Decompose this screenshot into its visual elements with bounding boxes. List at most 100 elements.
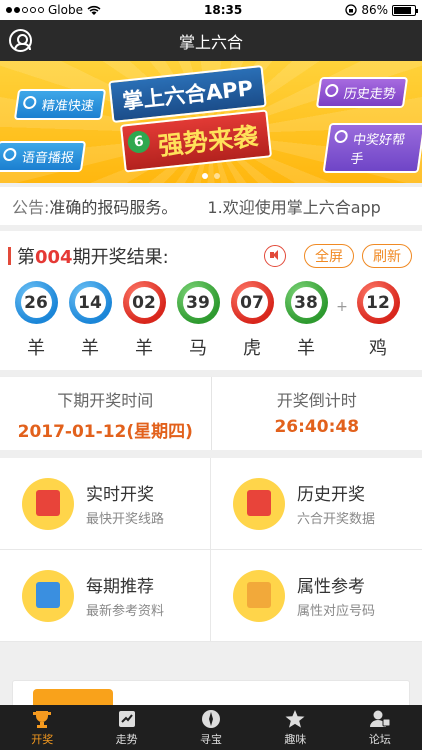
banner-headline: 掌上六合APP 6 强势来袭 bbox=[108, 65, 310, 173]
lottery-ball: 07 bbox=[230, 281, 274, 324]
countdown-value: 26:40:48 bbox=[274, 417, 360, 437]
target-icon bbox=[22, 96, 38, 109]
feature-attributes[interactable]: 属性参考 属性对应号码 bbox=[211, 550, 422, 642]
feature-text: 每期推荐 最新参考资料 bbox=[86, 572, 164, 619]
page-title: 掌上六合 bbox=[178, 32, 243, 52]
banner-headline-line2-text: 强势来袭 bbox=[156, 121, 260, 161]
feature-recommend[interactable]: 每期推荐 最新参考资料 bbox=[0, 550, 211, 642]
nav-bar: 掌上六合 bbox=[0, 20, 422, 61]
ball-number: 39 bbox=[182, 287, 214, 318]
banner-chip-voice: 语音播报 bbox=[0, 141, 87, 172]
speaker-icon[interactable] bbox=[264, 245, 286, 267]
ball-item: 39 马 bbox=[171, 281, 225, 360]
tab-bar: 开奖 走势 寻宝 趣味 论坛 bbox=[0, 705, 422, 750]
carrier-label: Globe bbox=[48, 3, 83, 17]
tab-draw[interactable]: 开奖 bbox=[0, 705, 84, 750]
feature-title: 实时开奖 bbox=[86, 485, 154, 505]
banner-chip-helper: 中奖好帮手 bbox=[322, 123, 422, 173]
book-icon bbox=[333, 130, 349, 143]
result-title-pre: 第 bbox=[17, 247, 35, 268]
battery-percent: 86% bbox=[361, 3, 388, 17]
ball-number: 14 bbox=[74, 287, 106, 318]
fullscreen-button[interactable]: 全屏 bbox=[304, 244, 354, 268]
feature-text: 属性参考 属性对应号码 bbox=[297, 572, 375, 619]
star-icon bbox=[285, 709, 305, 728]
microphone-icon bbox=[2, 148, 18, 161]
accent-bar bbox=[8, 247, 11, 265]
banner-pager bbox=[0, 173, 422, 179]
feature-live-draw[interactable]: 实时开奖 最快开奖线路 bbox=[0, 458, 211, 550]
notice-text-2: 1.欢迎使用掌上六合app bbox=[207, 198, 381, 217]
feature-grid: 实时开奖 最快开奖线路 历史开奖 六合开奖数据 每期推荐 最新参考资料 属性参考… bbox=[0, 458, 422, 642]
next-draw-panel: 下期开奖时间 2017-01-12(星期四) 开奖倒计时 26:40:48 bbox=[0, 376, 422, 450]
document-star-icon bbox=[233, 477, 285, 530]
next-draw-time-label: 下期开奖时间 bbox=[57, 391, 154, 410]
banner-chip-trend-label: 历史走势 bbox=[342, 87, 397, 102]
feature-subtitle: 最新参考资料 bbox=[86, 604, 165, 619]
next-draw-time: 下期开奖时间 2017-01-12(星期四) bbox=[0, 377, 211, 450]
ball-number: 26 bbox=[20, 287, 52, 318]
tab-label: 寻宝 bbox=[200, 732, 223, 746]
issue-number: 004 bbox=[35, 247, 73, 268]
feature-subtitle: 最快开奖线路 bbox=[86, 512, 165, 527]
draw-result-card: 第004期开奖结果: 全屏 刷新 26 羊 14 羊 02 羊 39 马 07 … bbox=[0, 231, 422, 370]
refresh-button[interactable]: 刷新 bbox=[362, 244, 412, 268]
lottery-ball: 02 bbox=[122, 281, 166, 324]
banner-chip-trend: 历史走势 bbox=[315, 77, 409, 108]
ball-zodiac: 羊 bbox=[81, 338, 99, 359]
trophy-icon bbox=[22, 477, 74, 530]
orientation-lock-icon bbox=[345, 4, 357, 16]
tab-fun[interactable]: 趣味 bbox=[253, 705, 337, 750]
tab-label: 趣味 bbox=[284, 732, 307, 746]
ball-zodiac: 羊 bbox=[135, 338, 153, 359]
lottery-ball: 14 bbox=[68, 281, 112, 324]
ball-zodiac: 羊 bbox=[27, 338, 45, 359]
notice-text-1: 准确的报码服务。 bbox=[49, 198, 178, 217]
clock: 18:35 bbox=[204, 3, 243, 17]
result-title: 第004期开奖结果: bbox=[17, 243, 264, 269]
feature-history[interactable]: 历史开奖 六合开奖数据 bbox=[211, 458, 422, 550]
tab-treasure[interactable]: 寻宝 bbox=[169, 705, 253, 750]
ball-zodiac: 虎 bbox=[243, 338, 261, 359]
lottery-ball: 38 bbox=[284, 281, 328, 324]
signal-icon bbox=[6, 7, 44, 13]
promo-banner[interactable]: 精准快速 语音播报 历史走势 中奖好帮手 掌上六合APP 6 强势来袭 bbox=[0, 61, 422, 183]
countdown-label: 开奖倒计时 bbox=[276, 391, 357, 410]
tab-trend[interactable]: 走势 bbox=[84, 705, 168, 750]
lottery-ball: 39 bbox=[176, 281, 220, 324]
tab-label: 走势 bbox=[115, 732, 138, 746]
scroll-gear-icon bbox=[233, 569, 285, 622]
feature-title: 属性参考 bbox=[297, 577, 365, 597]
ball-item: 07 虎 bbox=[225, 281, 279, 360]
pager-dot-active[interactable] bbox=[202, 173, 208, 179]
ball-item: 14 羊 bbox=[63, 281, 117, 360]
user-profile-icon[interactable] bbox=[9, 29, 32, 52]
tab-forum[interactable]: 论坛 bbox=[338, 705, 422, 750]
pager-dot[interactable] bbox=[214, 173, 220, 179]
status-bar: Globe 18:35 86% bbox=[0, 0, 422, 20]
feature-text: 实时开奖 最快开奖线路 bbox=[86, 480, 164, 527]
feature-subtitle: 六合开奖数据 bbox=[297, 512, 376, 527]
status-left: Globe bbox=[6, 3, 101, 17]
compass-icon bbox=[202, 709, 221, 728]
ball-row: 26 羊 14 羊 02 羊 39 马 07 虎 38 羊 + 12 鸡 bbox=[0, 269, 422, 360]
notice-marquee[interactable]: 公告: 准确的报码服务。 1.欢迎使用掌上六合app bbox=[0, 187, 422, 225]
wifi-icon bbox=[87, 5, 101, 15]
trend-chart-icon bbox=[118, 710, 135, 727]
ball-number: 38 bbox=[290, 287, 322, 318]
ball-zodiac: 羊 bbox=[297, 338, 315, 359]
ball-number: 02 bbox=[128, 287, 160, 318]
ball-zodiac: 马 bbox=[189, 338, 207, 359]
feature-title: 每期推荐 bbox=[86, 577, 154, 597]
ball-item: 38 羊 bbox=[279, 281, 333, 360]
tab-label: 论坛 bbox=[368, 732, 391, 746]
ball-item: 26 羊 bbox=[9, 281, 63, 360]
banner-chip-voice-label: 语音播报 bbox=[20, 151, 75, 166]
special-ball-number: 12 bbox=[362, 287, 394, 318]
ball-item: 02 羊 bbox=[117, 281, 171, 360]
feature-title: 历史开奖 bbox=[297, 485, 365, 505]
banner-chip-fast-label: 精准快速 bbox=[40, 99, 95, 114]
forum-user-icon bbox=[369, 710, 391, 727]
special-ball-zodiac: 鸡 bbox=[369, 338, 387, 359]
ball-six-icon: 6 bbox=[126, 129, 151, 155]
